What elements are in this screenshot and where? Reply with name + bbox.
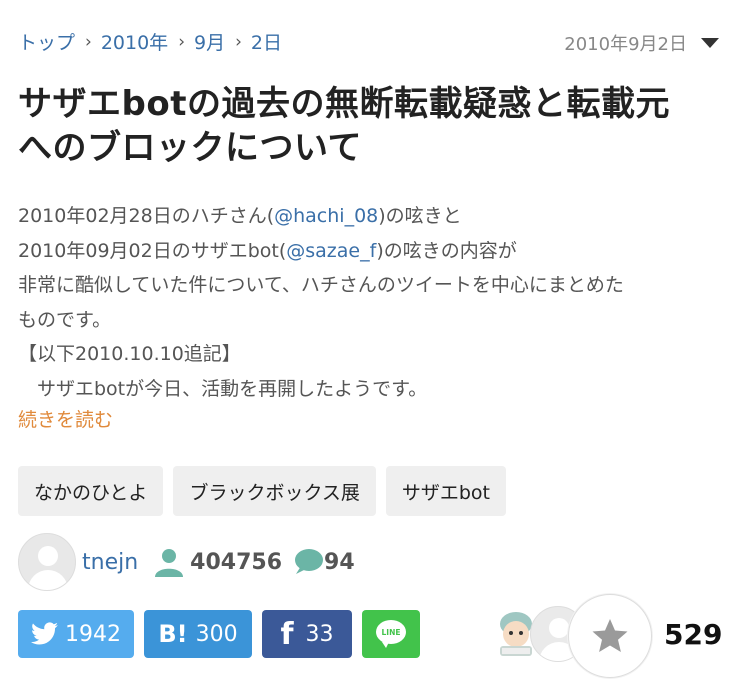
breadcrumb-day[interactable]: 2日 (251, 28, 282, 55)
dropdown-caret-icon[interactable] (701, 38, 719, 48)
article-title[interactable]: サザエbotの過去の無断転載疑惑と転載元 へのブロックについて (18, 82, 733, 170)
tag-blackbox-exhibition[interactable]: ブラックボックス展 (173, 466, 376, 516)
twitter-share-count: 1942 (65, 621, 121, 647)
excerpt-line: 非常に酷似していた件について、ハチさんのツイートを中心にまとめた (18, 274, 624, 296)
tag-nakanohitoyo[interactable]: なかのひとよ (18, 466, 164, 516)
view-count: 404756 (152, 547, 282, 577)
hatena-bookmark-count: 300 (195, 621, 238, 647)
excerpt-line: 2010年02月28日のハチさん(@hachi_08)の呟きと (18, 199, 733, 234)
speech-bubble-icon (295, 549, 324, 574)
view-count-value: 404756 (190, 549, 283, 575)
favorite-count: 529 (664, 618, 723, 651)
article-title-line1: サザエbotの過去の無断転載疑惑と転載元 (18, 84, 670, 124)
excerpt-text: 2010年02月28日のハチさん( (18, 205, 275, 227)
twitter-bird-icon (31, 622, 58, 645)
line-share-button[interactable]: LINE (362, 610, 420, 658)
author-avatar[interactable] (18, 533, 76, 591)
twitter-share-button[interactable]: 1942 (18, 610, 134, 658)
post-date: 2010年9月2日 (564, 34, 687, 55)
tag-sazae-bot[interactable]: サザエbot (385, 466, 507, 516)
article-title-line2: へのブロックについて (18, 128, 362, 168)
facebook-share-button[interactable]: f 33 (262, 610, 352, 658)
line-icon: LINE (376, 620, 406, 648)
excerpt-text: 2010年09月02日のサザエbot( (18, 239, 287, 262)
star-icon (592, 619, 628, 652)
excerpt-line: 【以下2010.10.10追記】 (18, 343, 241, 365)
share-buttons: 1942 B! 300 f 33 LINE (18, 610, 420, 658)
mention-link-hachi[interactable]: @hachi_08 (274, 205, 378, 227)
favorite-star-button[interactable] (568, 594, 652, 678)
chevron-right-icon: › (85, 31, 92, 52)
author-row: tnejn 404756 94 (18, 533, 355, 591)
facebook-icon: f (280, 616, 294, 652)
breadcrumb-top[interactable]: トップ (18, 28, 75, 55)
breadcrumb: トップ › 2010年 › 9月 › 2日 (18, 28, 282, 55)
user-icon (155, 549, 184, 577)
chevron-right-icon: › (178, 31, 185, 52)
excerpt-line: ものです。 (18, 308, 112, 331)
read-more-link[interactable]: 続きを読む (18, 405, 113, 432)
hatena-bookmark-button[interactable]: B! 300 (144, 610, 252, 658)
tag-list: なかのひとよ ブラックボックス展 サザエbot (18, 466, 507, 516)
excerpt-text: )の呟きの内容が (376, 239, 517, 262)
author-name[interactable]: tnejn (82, 550, 138, 575)
comment-count: 94 (292, 548, 355, 576)
line-icon-label: LINE (382, 628, 401, 637)
chevron-right-icon: › (235, 31, 242, 52)
excerpt-line: サザエbotが今日、活動を再開したようです。 (18, 377, 428, 400)
breadcrumb-year[interactable]: 2010年 (101, 28, 168, 55)
date-menu[interactable]: 2010年9月2日 (564, 30, 719, 56)
excerpt-text: )の呟きと (378, 205, 462, 227)
matome-article-card: トップ › 2010年 › 9月 › 2日 2010年9月2日 サザエbotの過… (0, 0, 749, 694)
breadcrumb-month[interactable]: 9月 (194, 28, 225, 55)
hatena-bookmark-icon: B! (158, 620, 188, 648)
facebook-share-count: 33 (305, 621, 334, 647)
comment-count-value: 94 (324, 549, 355, 575)
excerpt-line: 2010年09月02日のサザエbot(@sazae_f)の呟きの内容が (18, 234, 733, 269)
mention-link-sazae[interactable]: @sazae_f (286, 240, 376, 262)
article-excerpt: 2010年02月28日のハチさん(@hachi_08)の呟きと 2010年09月… (18, 199, 733, 406)
